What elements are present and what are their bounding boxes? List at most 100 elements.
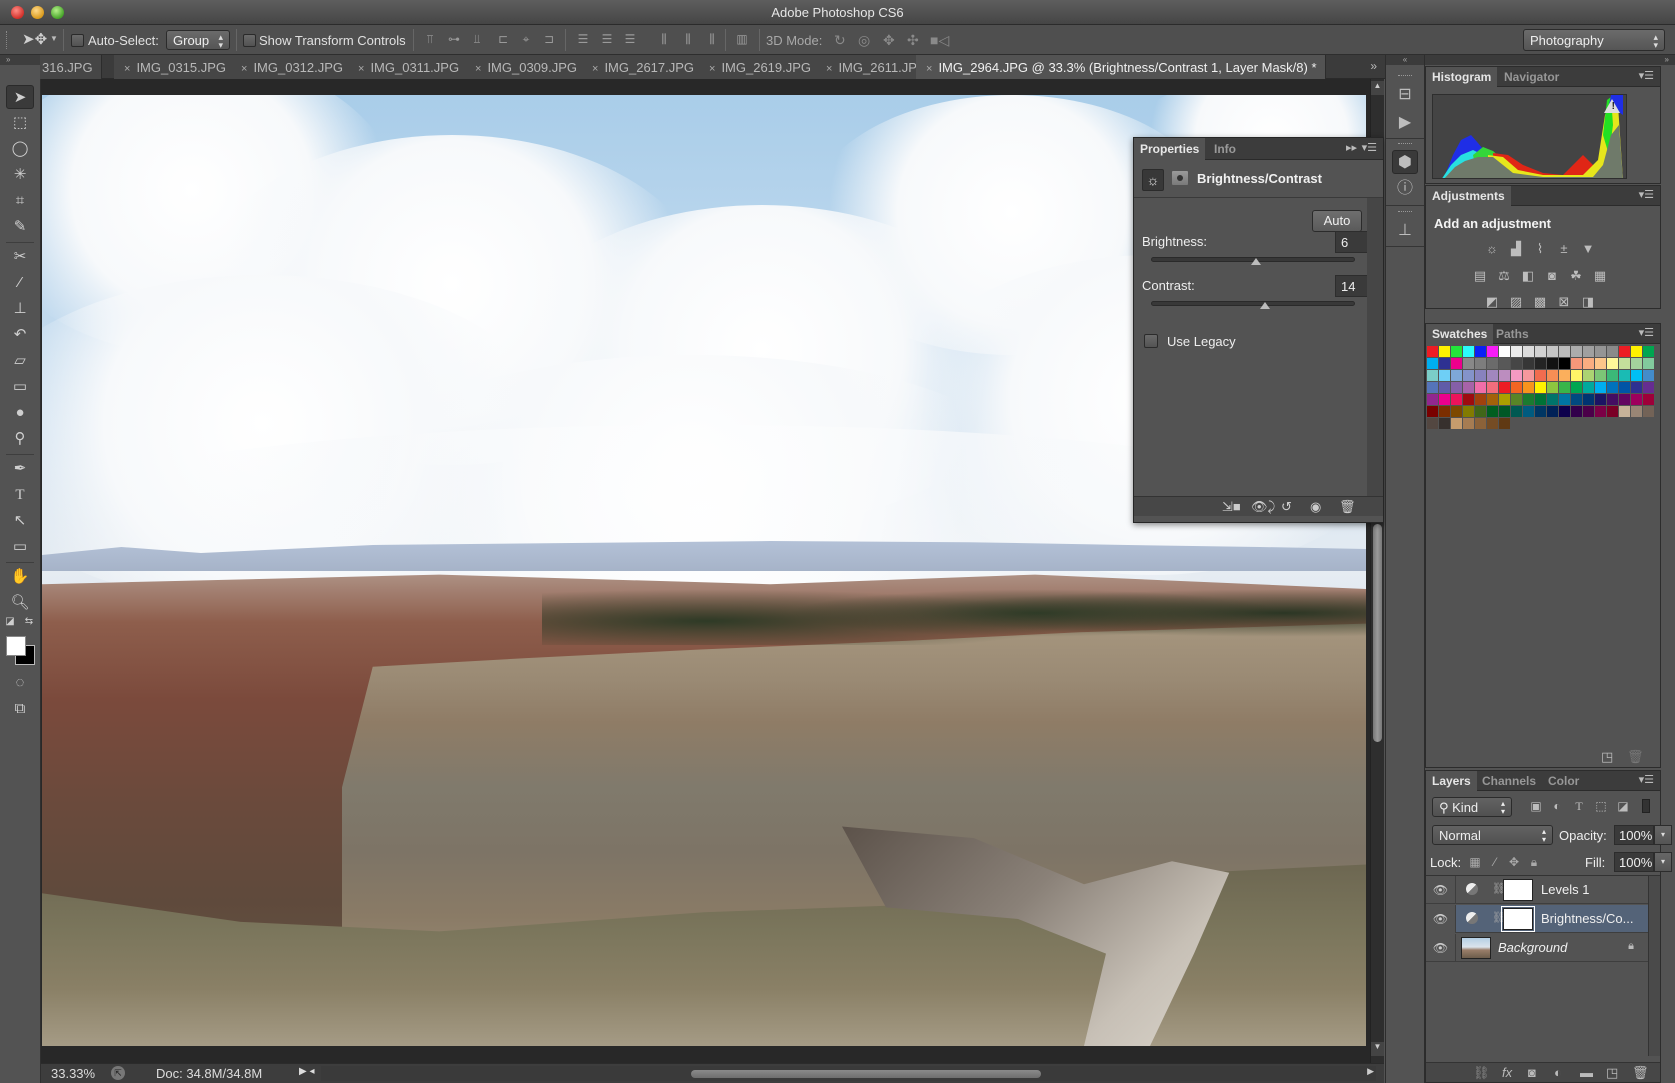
3d-scale-icon[interactable]: ■◁ [930, 32, 949, 49]
color-swatch[interactable] [1463, 406, 1474, 417]
color-swatch[interactable] [1499, 418, 1510, 429]
horizontal-scrollbar[interactable] [321, 1066, 1376, 1081]
color-swatch[interactable] [1475, 418, 1486, 429]
panel-menu-icon[interactable]: ▾☰ [1639, 326, 1654, 339]
color-swatch[interactable] [1547, 394, 1558, 405]
tab-layers[interactable]: Layers [1426, 771, 1477, 791]
contrast-input[interactable]: 14 [1335, 275, 1369, 297]
color-swatch[interactable] [1439, 370, 1450, 381]
color-swatch[interactable] [1487, 418, 1498, 429]
panel-menu-icon[interactable]: ▾☰ [1362, 141, 1377, 154]
color-swatch[interactable] [1475, 382, 1486, 393]
color-swatch[interactable] [1583, 370, 1594, 381]
color-swatch[interactable] [1583, 394, 1594, 405]
add-layer-style-icon[interactable]: fx [1502, 1065, 1512, 1080]
color-swatch[interactable] [1499, 382, 1510, 393]
move-tool-icon[interactable]: ➤ [6, 85, 34, 109]
tab-close-icon[interactable]: × [709, 63, 715, 75]
magic-wand-tool-icon[interactable]: ✳ [6, 163, 34, 187]
color-swatch[interactable] [1607, 346, 1618, 357]
tab-close-icon[interactable]: × [124, 63, 130, 75]
brightness-input[interactable]: 6 [1335, 231, 1369, 253]
new-adjustment-layer-icon[interactable]: ◐ [1554, 1065, 1562, 1080]
tab-info[interactable]: Info [1208, 138, 1242, 160]
actions-panel-icon[interactable]: ▶ [1392, 111, 1418, 135]
3d-slide-icon[interactable]: ✣ [907, 32, 919, 49]
use-legacy-checkbox[interactable] [1144, 334, 1158, 348]
color-swatch[interactable] [1559, 358, 1570, 369]
tab-document[interactable]: × IMG_0311.JPG [348, 55, 469, 79]
color-swatch[interactable] [1583, 406, 1594, 417]
tab-close-icon[interactable]: × [241, 63, 247, 75]
dock-collapse-icon[interactable]: « [1386, 55, 1424, 65]
color-swatch[interactable] [1607, 382, 1618, 393]
contrast-slider-thumb[interactable] [1260, 302, 1271, 309]
rectangular-marquee-tool-icon[interactable]: ⬚ [6, 111, 34, 135]
color-swatch[interactable] [1463, 346, 1474, 357]
zoom-tool-icon[interactable]: 🔍︎ [6, 591, 34, 615]
tab-adjustments[interactable]: Adjustments [1426, 186, 1511, 206]
color-swatch[interactable] [1583, 382, 1594, 393]
color-swatch[interactable] [1451, 418, 1462, 429]
delete-adjustment-icon[interactable]: 🗑︎ [1339, 499, 1356, 515]
filter-toggle-switch[interactable] [1642, 799, 1650, 813]
distribute-horizontal-centers-icon[interactable]: ⫼ [681, 32, 695, 46]
color-swatch[interactable] [1427, 382, 1438, 393]
color-swatch[interactable] [1583, 346, 1594, 357]
color-swatch[interactable] [1511, 370, 1522, 381]
filter-smart-objects-icon[interactable]: ◪ [1616, 799, 1630, 813]
color-swatch[interactable] [1499, 370, 1510, 381]
color-swatch[interactable] [1439, 394, 1450, 405]
color-swatch[interactable] [1619, 406, 1630, 417]
path-selection-tool-icon[interactable]: ↖ [6, 509, 34, 533]
dock-grip[interactable] [1398, 75, 1412, 77]
layer-row[interactable]: 👁︎ ⛓ Levels 1 [1426, 876, 1648, 904]
lock-position-icon[interactable]: ✥ [1507, 855, 1521, 869]
color-swatch[interactable] [1511, 358, 1522, 369]
zoom-level[interactable]: 33.33% [51, 1066, 95, 1081]
color-swatch[interactable] [1607, 370, 1618, 381]
eraser-tool-icon[interactable]: ▱ [6, 349, 34, 373]
lasso-tool-icon[interactable]: ◯ [6, 137, 34, 161]
color-swatch[interactable] [1463, 358, 1474, 369]
curves-adjustment-icon[interactable]: ⌇ [1531, 241, 1549, 257]
blend-mode-dropdown[interactable]: Normal ▴ ▾ [1432, 825, 1553, 845]
selective-color-adjustment-icon[interactable]: ⊠ [1555, 294, 1573, 310]
screen-mode-icon[interactable]: ⧉ [6, 697, 34, 721]
new-group-icon[interactable]: ▬ [1580, 1065, 1593, 1080]
layer-mask-thumbnail[interactable] [1503, 879, 1533, 901]
distribute-top-edges-icon[interactable]: ☰ [576, 32, 590, 46]
tab-document[interactable]: × IMG_2619.JPG [699, 55, 821, 79]
levels-adjustment-icon[interactable]: ▟ [1507, 241, 1525, 257]
workspace-switcher-dropdown[interactable]: Photography ▴ ▾ [1523, 29, 1665, 51]
color-swatch[interactable] [1559, 382, 1570, 393]
color-swatch[interactable] [1499, 406, 1510, 417]
vertical-scroll-thumb[interactable] [1373, 524, 1382, 742]
horizontal-scroll-thumb[interactable] [691, 1070, 1041, 1078]
tab-document[interactable]: × IMG_0312.JPG [231, 55, 353, 79]
scroll-up-button[interactable]: ▲ [1371, 81, 1384, 95]
channel-mixer-adjustment-icon[interactable]: ☘ [1567, 268, 1585, 284]
color-swatch[interactable] [1559, 346, 1570, 357]
color-swatch[interactable] [1427, 418, 1438, 429]
invert-adjustment-icon[interactable]: ◩ [1483, 294, 1501, 310]
color-swatch[interactable] [1547, 346, 1558, 357]
color-swatch[interactable] [1451, 346, 1462, 357]
color-swatch[interactable] [1535, 358, 1546, 369]
color-swatch[interactable] [1535, 346, 1546, 357]
color-swatch[interactable] [1607, 358, 1618, 369]
tabs-overflow-button[interactable]: » [1370, 59, 1377, 73]
color-swatch[interactable] [1487, 382, 1498, 393]
tab-paths[interactable]: Paths [1490, 324, 1535, 344]
color-swatch[interactable] [1535, 394, 1546, 405]
color-swatch[interactable] [1511, 382, 1522, 393]
color-swatch[interactable] [1643, 346, 1654, 357]
color-swatch[interactable] [1427, 358, 1438, 369]
layer-row-selected[interactable]: 👁︎ ⛓ Brightness/Co... [1426, 905, 1648, 933]
color-swatch[interactable] [1619, 346, 1630, 357]
toggle-visibility-icon[interactable]: ◉ [1310, 499, 1321, 515]
tab-document[interactable]: × IMG_2617.JPG [582, 55, 704, 79]
hue-saturation-adjustment-icon[interactable]: ▤ [1471, 268, 1489, 284]
rectangle-tool-icon[interactable]: ▭ [6, 535, 34, 559]
color-swatch[interactable] [1571, 346, 1582, 357]
